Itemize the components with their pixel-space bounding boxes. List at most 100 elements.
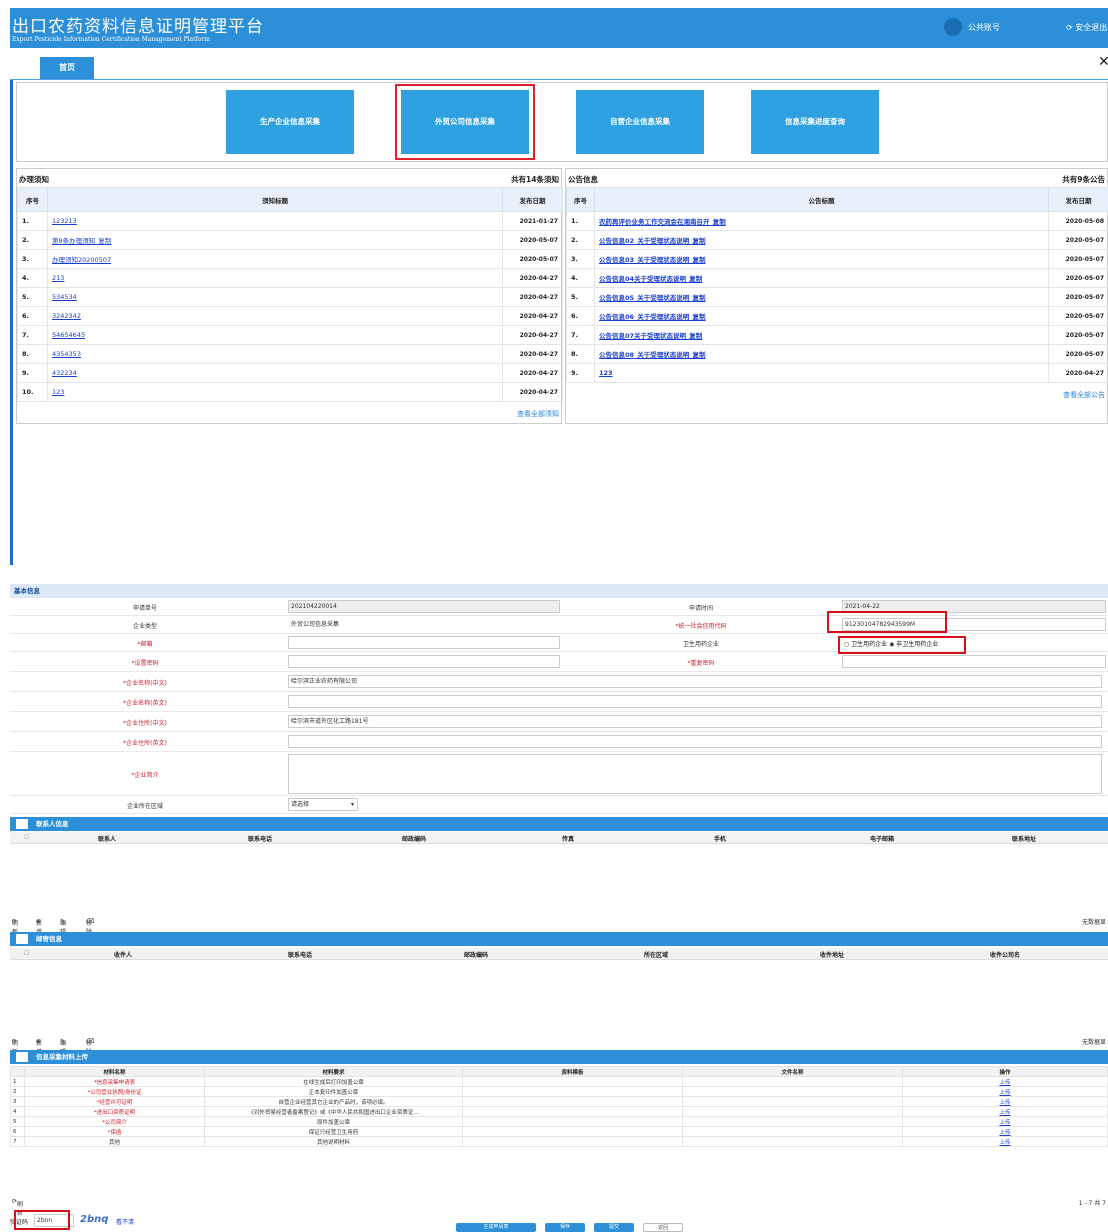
- announcement-title-link[interactable]: 公告信息07关于受理状态说明_复制: [594, 325, 1049, 345]
- materials-toolbar: ⟳ 刷新 1 - 7 共 7: [10, 1197, 1108, 1217]
- view-all-announcements-link[interactable]: 查看全部公告: [1063, 390, 1105, 400]
- announcement-title-link[interactable]: 公告信息05_关于受理状态说明_复制: [594, 287, 1049, 307]
- upload-link[interactable]: 上传: [902, 1106, 1108, 1117]
- tile-trade-company[interactable]: 外贸公司信息采集: [395, 84, 535, 160]
- highlight-box: [14, 1210, 70, 1230]
- view-all-notices-link[interactable]: 查看全部须知: [517, 409, 559, 419]
- upload-link[interactable]: 上传: [902, 1116, 1108, 1127]
- user-account-label[interactable]: 公共账号: [968, 22, 1000, 33]
- notice-title-link[interactable]: 432234: [47, 363, 503, 383]
- highlight-box: [827, 611, 947, 633]
- material-no: 3: [10, 1096, 25, 1107]
- captcha-image[interactable]: 2bnq: [80, 1214, 108, 1225]
- announcement-no: 5.: [566, 287, 595, 307]
- contacts-title: 联系人信息: [36, 820, 69, 828]
- header-bar: 出口农药资料信息证明管理平台 Export Pesticide Informat…: [10, 8, 1108, 48]
- material-no: 4: [10, 1106, 25, 1117]
- upload-link[interactable]: 上传: [902, 1086, 1108, 1097]
- column-header: 联系人: [98, 836, 117, 843]
- notice-title-link[interactable]: 办理须知20200507: [47, 249, 503, 269]
- table-icon: [16, 934, 28, 944]
- notice-title-link[interactable]: 3242342: [47, 306, 503, 326]
- material-file-name: [682, 1096, 903, 1107]
- announcement-no: 4.: [566, 268, 595, 288]
- basic-info-section-title: 基本信息: [10, 584, 1108, 598]
- user-avatar-icon[interactable]: [944, 18, 962, 36]
- announcement-row: 2. 公告信息02_关于受理状态说明_复制 2020-05-07: [566, 230, 1108, 250]
- region-select[interactable]: 请选择 ▾: [288, 798, 358, 811]
- tab-home[interactable]: 首页: [40, 57, 94, 79]
- region-label: 企业所在区域: [126, 803, 163, 810]
- name-en-input[interactable]: [288, 695, 1102, 708]
- col-title: 公告标题: [594, 187, 1049, 212]
- notice-no: 2.: [17, 230, 48, 250]
- material-requirement: 原件加盖公章: [204, 1116, 463, 1127]
- tile-production-company[interactable]: 生产企业信息采集: [226, 90, 354, 154]
- repeat-password-input[interactable]: [842, 655, 1106, 668]
- intro-textarea[interactable]: [288, 754, 1102, 794]
- announcement-row: 9. 123 2020-04-27: [566, 363, 1108, 383]
- notice-date: 2020-04-27: [502, 306, 563, 326]
- password-input[interactable]: [288, 655, 560, 668]
- submit-button[interactable]: 提交: [594, 1223, 634, 1232]
- tab-bar: 首页 ✕: [10, 48, 1108, 80]
- material-file-name: [682, 1086, 903, 1097]
- company-type-value: 外贸公司信息采集: [288, 618, 560, 631]
- notice-title-link[interactable]: 54654645: [47, 325, 503, 345]
- back-button[interactable]: 返回: [643, 1223, 683, 1232]
- announcement-title-link[interactable]: 农药再评价业务工作交流会在湘南召开_复制: [594, 211, 1049, 231]
- notice-no: 6.: [17, 306, 48, 326]
- material-requirement: 其他说明材料: [204, 1136, 463, 1147]
- notice-row: 1. 123213 2021-01-27: [17, 211, 563, 231]
- captcha-refresh-link[interactable]: 看不清: [116, 1217, 134, 1226]
- refresh-button[interactable]: ⟳ 刷新: [12, 1198, 23, 1217]
- upload-link[interactable]: 上传: [902, 1096, 1108, 1107]
- notice-row: 8. 4354353 2020-04-27: [17, 344, 563, 364]
- announcement-title-link[interactable]: 公告信息06_关于受理状态说明_复制: [594, 306, 1049, 326]
- upload-link[interactable]: 上传: [902, 1126, 1108, 1137]
- select-all-checkbox[interactable]: ☐: [24, 950, 29, 957]
- tile-self-operated-company[interactable]: 自营企业信息采集: [576, 90, 704, 154]
- column-header: 收件地址: [820, 952, 845, 959]
- notice-title-link[interactable]: 第8条办理须知_复制: [47, 230, 503, 250]
- announcement-row: 3. 公告信息03_关于受理状态说明_复制 2020-05-07: [566, 249, 1108, 269]
- notice-date: 2020-04-27: [502, 268, 563, 288]
- upload-link[interactable]: 上传: [902, 1136, 1108, 1147]
- announcement-title-link[interactable]: 123: [594, 363, 1049, 383]
- form-row: *企业简介: [10, 752, 1108, 796]
- notice-title-link[interactable]: 123213: [47, 211, 503, 231]
- close-icon[interactable]: ✕: [1098, 54, 1108, 70]
- addr-cn-label: *企业住所(中文): [123, 720, 167, 727]
- notice-row: 3. 办理须知20200507 2020-05-07: [17, 249, 563, 269]
- tile-progress-query[interactable]: 信息采集进度查询: [751, 90, 879, 154]
- material-row: 6 *保函 保证只经营卫生用药 上传: [10, 1126, 1108, 1137]
- announcement-title-link[interactable]: 公告信息08_关于受理状态说明_复制: [594, 344, 1049, 364]
- material-row: 3 *经营许可证明 自营企业经营其它企业的产品时，该项必填。 上传: [10, 1096, 1108, 1107]
- upload-link[interactable]: 上传: [902, 1076, 1108, 1087]
- form-row: *设置密码 *重复密码: [10, 652, 1108, 672]
- logout-button[interactable]: ⟳ 安全退出: [1066, 22, 1107, 33]
- material-name: *公司简介: [24, 1116, 205, 1127]
- select-all-checkbox[interactable]: ☐: [24, 834, 29, 841]
- announcement-row: 4. 公告信息04关于受理状态说明_复制 2020-05-07: [566, 268, 1108, 288]
- email-input[interactable]: [288, 636, 560, 649]
- addr-cn-input[interactable]: 哈尔滨市道外区化工路181号: [288, 715, 1102, 728]
- name-cn-input[interactable]: 哈尔滨正业农药有限公司: [288, 675, 1102, 688]
- material-no: 7: [10, 1136, 25, 1147]
- announcement-title-link[interactable]: 公告信息04关于受理状态说明_复制: [594, 268, 1049, 288]
- col-file-name: 文件名称: [682, 1066, 903, 1077]
- notice-title-link[interactable]: 534534: [47, 287, 503, 307]
- notice-title-link[interactable]: 4354353: [47, 344, 503, 364]
- left-edge-bar: [10, 80, 13, 565]
- notice-title-link[interactable]: 123: [47, 382, 503, 402]
- addr-en-input[interactable]: [288, 735, 1102, 748]
- announcement-title-link[interactable]: 公告信息02_关于受理状态说明_复制: [594, 230, 1049, 250]
- column-header: 收件人: [114, 952, 133, 959]
- announcement-date: 2020-05-07: [1048, 306, 1108, 326]
- generate-form-button[interactable]: 生成申请表: [456, 1223, 536, 1232]
- notice-title-link[interactable]: 213: [47, 268, 503, 288]
- column-header: 邮政编码: [402, 836, 427, 843]
- announcement-title-link[interactable]: 公告信息03_关于受理状态说明_复制: [594, 249, 1049, 269]
- save-button[interactable]: 保存: [545, 1223, 585, 1232]
- material-file-name: [682, 1106, 903, 1117]
